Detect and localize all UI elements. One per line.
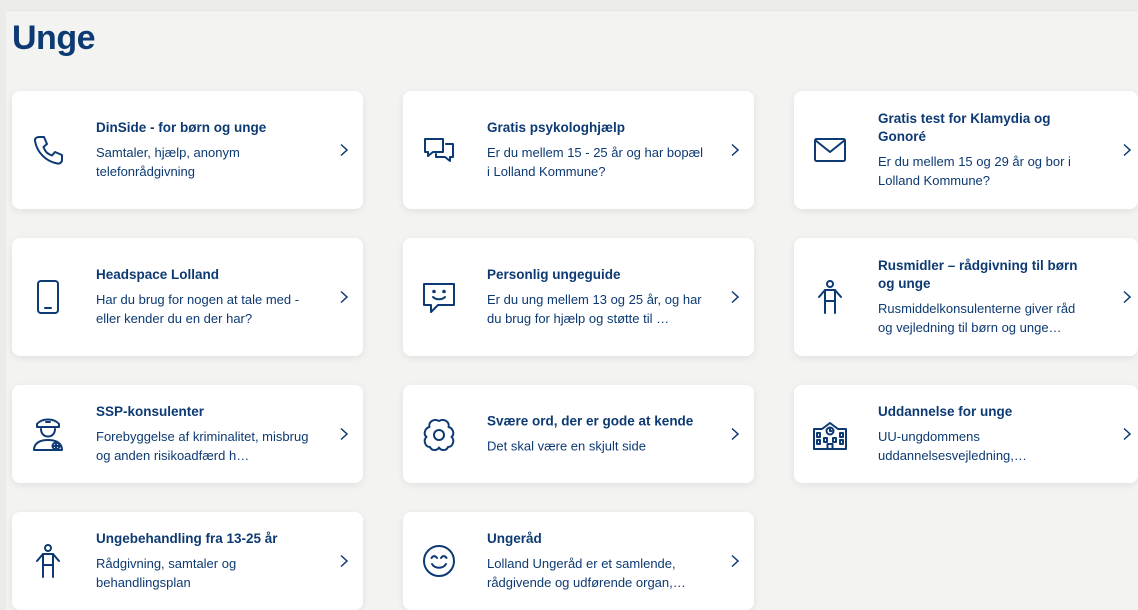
card-title: Ungeråd [487, 531, 542, 546]
card-description: Er du mellem 15 og 29 år og bor i Lollan… [878, 154, 1071, 188]
card-title: Headspace Lolland [96, 267, 220, 282]
card-description: Rusmiddelkonsulenterne giver råd og vejl… [878, 301, 1076, 335]
chevron-right-icon [339, 554, 349, 568]
mobile-phone-icon [30, 279, 66, 315]
person-icon [812, 279, 848, 315]
card-title: Svære ord, der er gode at kende [487, 413, 694, 429]
card-title: Uddannelse for unge [878, 404, 1013, 419]
card-ungeraad[interactable]: Ungeråd Lolland Ungeråd er et samlende, … [403, 512, 754, 610]
card-rusmidler[interactable]: Rusmidler – rådgivning til børn og unge … [794, 238, 1138, 356]
chevron-right-icon [339, 290, 349, 304]
chevron-right-icon [730, 290, 740, 304]
card-title: Personlig ungeguide [487, 267, 621, 282]
chevron-right-icon [730, 143, 740, 157]
chevron-right-icon [339, 427, 349, 441]
card-description: Det skal være en skjult side [487, 438, 646, 454]
card-title: Rusmidler – rådgivning til børn og unge [878, 258, 1078, 291]
card-description: UU-ungdommens uddannelsesvejledning,… [878, 429, 1027, 463]
card-title: Gratis psykologhjælp [487, 120, 626, 135]
chevron-right-icon [1122, 143, 1132, 157]
card-description: Rådgivning, samtaler og behandlingsplan [96, 556, 237, 590]
person-icon [30, 543, 66, 579]
card-description: Lolland Ungeråd er et samlende, rådgiven… [487, 556, 686, 590]
card-uddannelse-for-unge[interactable]: Uddannelse for unge UU-ungdommens uddann… [794, 385, 1138, 483]
card-gratis-psykologhjaelp[interactable]: Gratis psykologhjælp Er du mellem 15 - 2… [403, 91, 754, 209]
flower-icon [421, 416, 457, 452]
card-title: SSP-konsulenter [96, 404, 205, 419]
card-headspace-lolland[interactable]: Headspace Lolland Har du brug for nogen … [12, 238, 363, 356]
card-title: Ungebehandling fra 13-25 år [96, 531, 278, 546]
card-ssp-konsulenter[interactable]: SSP-konsulenter Forebyggelse af kriminal… [12, 385, 363, 483]
school-building-icon [812, 416, 848, 452]
chevron-right-icon [1122, 290, 1132, 304]
card-svaere-ord[interactable]: Svære ord, der er gode at kende Det skal… [403, 385, 754, 483]
card-description: Har du brug for nogen at tale med - elle… [96, 292, 300, 326]
card-dinside[interactable]: DinSide - for børn og unge Samtaler, hjæ… [12, 91, 363, 209]
card-gratis-test[interactable]: Gratis test for Klamydia og Gonoré Er du… [794, 91, 1138, 209]
card-ungebehandling[interactable]: Ungebehandling fra 13-25 år Rådgivning, … [12, 512, 363, 610]
card-description: Er du mellem 15 - 25 år og har bopæl i L… [487, 145, 704, 179]
phone-icon [30, 132, 66, 168]
envelope-icon [812, 132, 848, 168]
chevron-right-icon [1122, 427, 1132, 441]
card-description: Er du ung mellem 13 og 25 år, og har du … [487, 292, 702, 326]
chevron-right-icon [339, 143, 349, 157]
chevron-right-icon [730, 554, 740, 568]
top-border [0, 0, 1138, 11]
police-officer-icon [30, 416, 66, 452]
card-title: DinSide - for børn og unge [96, 120, 267, 135]
card-description: Samtaler, hjælp, anonym telefonrådgivnin… [96, 145, 240, 179]
card-title: Gratis test for Klamydia og Gonoré [878, 111, 1051, 144]
smiley-face-icon [421, 543, 457, 579]
card-personlig-ungeguide[interactable]: Personlig ungeguide Er du ung mellem 13 … [403, 238, 754, 356]
page-title: Unge [12, 19, 96, 57]
card-description: Forebyggelse af kriminalitet, misbrug og… [96, 429, 309, 463]
smiley-chat-icon [421, 279, 457, 315]
chat-bubbles-icon [421, 132, 457, 168]
chevron-right-icon [730, 427, 740, 441]
left-edge [0, 10, 6, 610]
